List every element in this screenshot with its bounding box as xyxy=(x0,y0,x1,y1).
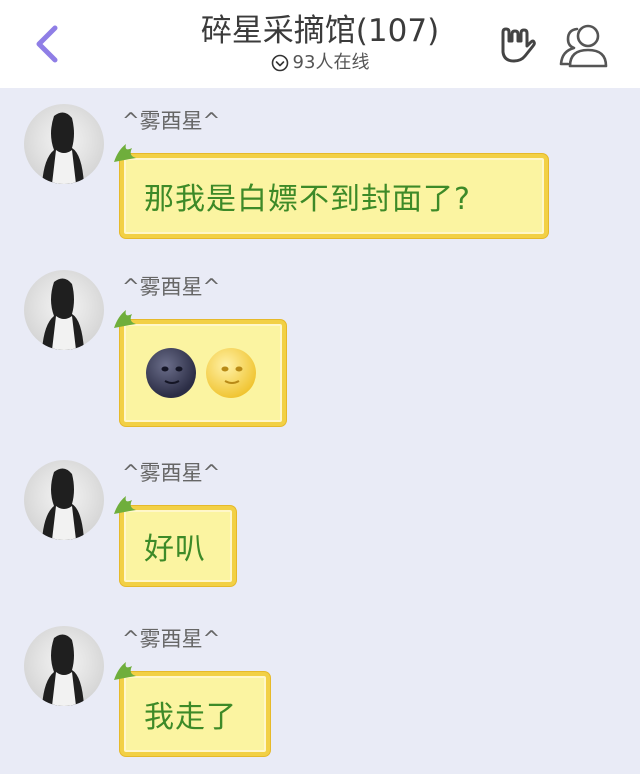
avatar[interactable] xyxy=(24,104,104,184)
avatar-figure-icon xyxy=(42,468,84,540)
sender-name: ^雾酉星^ xyxy=(122,109,221,133)
message-item: ^雾酉星^ 那我是白嫖不到封面了? xyxy=(0,88,640,258)
avatar[interactable] xyxy=(24,626,104,706)
message-text: 好叭 xyxy=(144,532,206,567)
avatar[interactable] xyxy=(24,460,104,540)
online-count: 93人在线 xyxy=(292,52,370,73)
sender-name: ^雾酉星^ xyxy=(122,461,221,485)
group-members-button[interactable] xyxy=(556,20,612,70)
rock-hand-icon xyxy=(501,27,536,63)
message-item: ^雾酉星^ 我走了 xyxy=(0,614,640,774)
chat-header: 碎星采摘馆(107) 93人在线 xyxy=(0,0,640,88)
leaf-decoration-icon xyxy=(114,662,136,680)
message-text: 我走了 xyxy=(144,700,237,735)
avatar[interactable] xyxy=(24,270,104,350)
message-bubble[interactable]: 我走了 xyxy=(114,662,270,756)
group-hand-gesture-button[interactable] xyxy=(494,24,536,66)
sender-name: ^雾酉星^ xyxy=(122,627,221,651)
emoji-bubble[interactable] xyxy=(114,310,286,426)
people-icon xyxy=(559,24,608,68)
group-title: 碎星采摘馆(107) xyxy=(200,13,440,49)
sender-name: ^雾酉星^ xyxy=(122,275,221,299)
message-item: ^雾酉星^ 好叭 xyxy=(0,448,640,618)
avatar-figure-icon xyxy=(42,278,84,350)
online-status-icon xyxy=(271,54,288,72)
title-area: 碎星采摘馆(107) 93人在线 xyxy=(0,10,640,76)
message-bubble[interactable]: 那我是白嫖不到封面了? xyxy=(114,144,548,238)
message-bubble[interactable]: 好叭 xyxy=(114,496,236,586)
message-item: ^雾酉星^ xyxy=(0,258,640,448)
full-moon-face-icon xyxy=(206,348,256,398)
avatar-figure-icon xyxy=(42,634,84,706)
avatar-figure-icon xyxy=(42,112,84,184)
leaf-decoration-icon xyxy=(114,144,136,162)
message-text: 那我是白嫖不到封面了? xyxy=(144,182,471,217)
leaf-decoration-icon xyxy=(114,310,136,328)
leaf-decoration-icon xyxy=(114,496,136,514)
new-moon-face-icon xyxy=(146,348,196,398)
online-status: 93人在线 xyxy=(271,52,370,74)
